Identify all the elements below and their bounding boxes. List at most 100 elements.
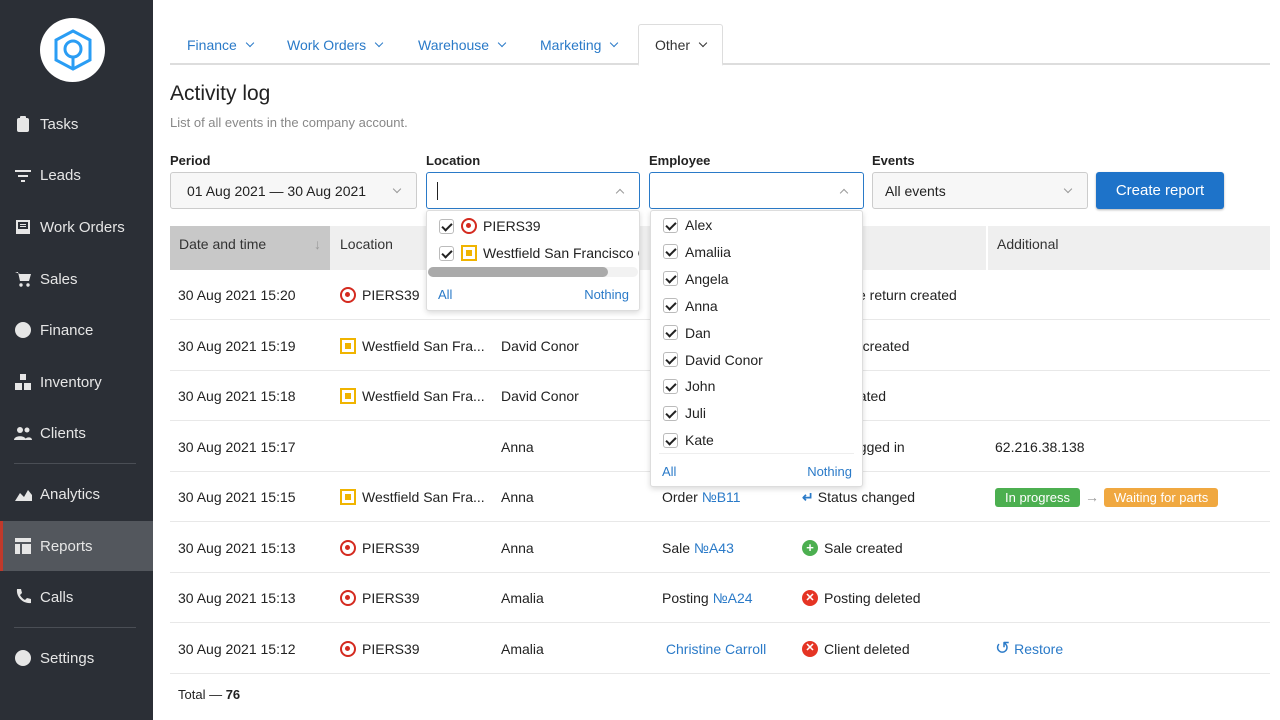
table-icon bbox=[15, 538, 31, 554]
location-name: PIERS39 bbox=[362, 287, 420, 303]
tab-warehouse[interactable]: Warehouse bbox=[418, 24, 507, 65]
employee-option[interactable]: Anna bbox=[663, 298, 718, 314]
employee-option[interactable]: Amaliia bbox=[663, 244, 731, 260]
checkbox-checked-icon[interactable] bbox=[663, 432, 678, 448]
location-name: Westfield San Fra... bbox=[362, 489, 485, 505]
employee-option[interactable]: Kate bbox=[663, 432, 714, 448]
event-cell: + Sale created bbox=[802, 523, 903, 573]
chevron-up-icon bbox=[839, 188, 849, 197]
employee-option[interactable]: Dan bbox=[663, 325, 711, 341]
column-additional[interactable]: Additional bbox=[986, 226, 1270, 270]
event-label: Sale created bbox=[824, 539, 903, 556]
page-subtitle: List of all events in the company accoun… bbox=[170, 115, 408, 130]
checkbox-checked-icon[interactable] bbox=[663, 352, 678, 367]
event-cell: ✕ Posting deleted bbox=[802, 573, 921, 623]
sidebar-item-work-orders[interactable]: Work Orders bbox=[0, 202, 153, 252]
horizontal-scrollbar[interactable] bbox=[428, 267, 638, 277]
object-link[interactable]: №A43 bbox=[694, 540, 734, 556]
gear-icon bbox=[15, 650, 31, 666]
page-title: Activity log bbox=[170, 82, 271, 105]
employee-option[interactable]: Juli bbox=[663, 405, 706, 421]
date-cell: 30 Aug 2021 15:20 bbox=[178, 287, 296, 303]
chevron-down-icon bbox=[698, 38, 708, 47]
sidebar-item-calls[interactable]: Calls bbox=[0, 572, 153, 622]
employee-cell: Anna bbox=[501, 489, 534, 505]
nav-divider bbox=[14, 627, 136, 628]
sidebar-item-label: Settings bbox=[40, 649, 95, 667]
checkbox-checked-icon[interactable] bbox=[663, 298, 678, 314]
sidebar-item-settings[interactable]: Settings bbox=[0, 633, 153, 683]
location-option[interactable]: Westfield San Francisco Ce bbox=[439, 245, 639, 261]
object-link[interactable]: №B11 bbox=[702, 489, 741, 505]
sidebar-item-finance[interactable]: Finance bbox=[0, 305, 153, 355]
location-pin-icon bbox=[340, 287, 356, 303]
sidebar-item-clients[interactable]: Clients bbox=[0, 408, 153, 458]
tab-label: Work Orders bbox=[287, 36, 367, 53]
chevron-down-icon bbox=[497, 38, 507, 47]
total-count: Total — 76 bbox=[178, 687, 240, 702]
checkbox-checked-icon[interactable] bbox=[663, 244, 678, 260]
cart-icon bbox=[15, 272, 31, 287]
events-select[interactable]: All events bbox=[872, 172, 1088, 209]
employee-input[interactable] bbox=[649, 172, 864, 209]
option-label: Dan bbox=[685, 324, 711, 341]
sidebar-item-reports[interactable]: Reports bbox=[0, 521, 153, 571]
location-option[interactable]: PIERS39 bbox=[439, 218, 541, 234]
sidebar-item-sales[interactable]: Sales bbox=[0, 254, 153, 304]
chevron-down-icon bbox=[374, 38, 384, 47]
checkbox-checked-icon[interactable] bbox=[663, 325, 678, 341]
select-nothing-link[interactable]: Nothing bbox=[807, 464, 852, 479]
sidebar-item-label: Clients bbox=[40, 424, 86, 442]
tab-finance[interactable]: Finance bbox=[187, 24, 255, 65]
period-select[interactable]: 01 Aug 2021 — 30 Aug 2021 bbox=[170, 172, 417, 209]
select-all-link[interactable]: All bbox=[662, 464, 676, 479]
company-logo[interactable] bbox=[40, 18, 105, 82]
date-cell: 30 Aug 2021 15:15 bbox=[178, 489, 296, 505]
object-link[interactable]: №A24 bbox=[713, 590, 753, 606]
chevron-down-icon bbox=[610, 38, 619, 47]
warehouse-icon bbox=[340, 489, 356, 505]
tab-other[interactable]: Other bbox=[638, 24, 724, 66]
tab-work-orders[interactable]: Work Orders bbox=[287, 24, 384, 65]
sidebar-item-leads[interactable]: Leads bbox=[0, 150, 153, 200]
sidebar-item-tasks[interactable]: Tasks bbox=[0, 99, 153, 149]
sidebar-item-analytics[interactable]: Analytics bbox=[0, 469, 153, 519]
checkbox-checked-icon[interactable] bbox=[439, 218, 454, 234]
column-date[interactable]: Date and time ↓ bbox=[170, 226, 330, 270]
restore-button[interactable]: ↺ Restore bbox=[995, 624, 1063, 674]
x-circle-icon: ✕ bbox=[802, 640, 818, 657]
location-pin-icon bbox=[340, 640, 356, 657]
table-row: 30 Aug 2021 15:12 PIERS39 Amalia Christine… bbox=[170, 624, 1270, 674]
status-change-icon: ↵ bbox=[802, 488, 814, 505]
checkbox-checked-icon[interactable] bbox=[663, 378, 678, 394]
location-input[interactable] bbox=[426, 172, 640, 209]
tab-marketing[interactable]: Marketing bbox=[540, 24, 619, 65]
chevron-down-icon bbox=[1063, 184, 1073, 193]
select-all-link[interactable]: All bbox=[438, 287, 452, 302]
scrollbar-thumb[interactable] bbox=[428, 267, 608, 277]
column-location[interactable]: Location bbox=[331, 226, 402, 270]
employee-option[interactable]: Angela bbox=[663, 271, 729, 287]
checkbox-checked-icon[interactable] bbox=[663, 217, 678, 233]
employee-option[interactable]: David Conor bbox=[663, 352, 763, 368]
employee-option[interactable]: John bbox=[663, 378, 715, 394]
object-type: Posting bbox=[662, 590, 709, 606]
create-report-button[interactable]: Create report bbox=[1096, 172, 1224, 209]
dollar-icon bbox=[15, 322, 31, 338]
chart-icon bbox=[15, 490, 32, 501]
location-pin-icon bbox=[461, 218, 477, 234]
employee-dropdown: Alex Amaliia Angela Anna Dan David Conor John J… bbox=[650, 210, 863, 487]
sidebar-item-inventory[interactable]: Inventory bbox=[0, 357, 153, 407]
sidebar-item-label: Calls bbox=[40, 588, 74, 606]
checkbox-checked-icon[interactable] bbox=[663, 405, 678, 421]
select-nothing-link[interactable]: Nothing bbox=[584, 287, 629, 302]
event-label: Status changed bbox=[817, 489, 916, 505]
option-label: Kate bbox=[685, 432, 714, 449]
checkbox-checked-icon[interactable] bbox=[663, 271, 678, 287]
object-link[interactable]: Christine Carroll bbox=[666, 641, 766, 657]
warehouse-icon bbox=[340, 337, 356, 354]
total-value: 76 bbox=[225, 687, 241, 702]
checkbox-checked-icon[interactable] bbox=[439, 245, 454, 261]
employee-option[interactable]: Alex bbox=[663, 217, 712, 233]
location-name: Westfield San Fra... bbox=[362, 388, 485, 404]
